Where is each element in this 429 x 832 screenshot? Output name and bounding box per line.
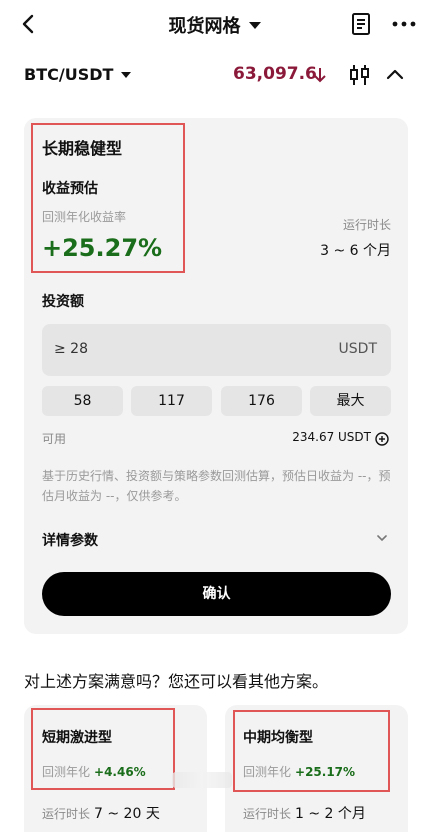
last-price: 63,097.6	[233, 64, 317, 84]
details-toggle[interactable]: 详情参数	[42, 526, 391, 554]
duration-value: 3 ~ 6 个月	[320, 243, 391, 259]
amount-placeholder: ≥ 28	[54, 341, 88, 357]
available-label: 可用	[42, 432, 67, 446]
alternative-rate: 回测年化 +25.17%	[243, 765, 356, 779]
plus-circle-icon	[375, 432, 389, 446]
document-button[interactable]	[350, 12, 376, 38]
page-title: 现货网格	[168, 16, 241, 37]
quick-amount-button[interactable]: 117	[131, 386, 212, 416]
chevron-down-icon	[377, 535, 387, 542]
strategy-name: 长期稳健型	[42, 139, 123, 158]
alternatives-prompt: 对上述方案满意吗？您还可以看其他方案。	[24, 672, 329, 691]
document-icon	[352, 13, 370, 35]
duration-label: 运行时长	[342, 218, 391, 232]
disclaimer-text: 基于历史行情、投资额与策略参数回测估算，预估日收益为 --，预估月收益为 --，…	[42, 469, 391, 503]
more-button[interactable]	[390, 12, 420, 38]
top-bar: 现货网格	[0, 0, 429, 50]
arrow-down-icon	[314, 68, 326, 83]
amount-unit: USDT	[338, 341, 377, 357]
alternative-duration: 运行时长 7 ~ 20 天	[42, 806, 160, 822]
quick-amount-button[interactable]: 176	[221, 386, 302, 416]
watermark-smudge	[172, 772, 232, 788]
available-value: 234.67 USDT	[292, 430, 371, 444]
add-funds-button[interactable]	[375, 431, 389, 446]
confirm-button[interactable]: 确认	[42, 572, 391, 616]
collapse-button[interactable]	[386, 66, 406, 84]
pair-bar: BTC/USDT 63,097.6	[0, 58, 429, 94]
alternative-name: 中期均衡型	[243, 730, 313, 746]
amount-input[interactable]: ≥ 28 USDT	[42, 324, 391, 376]
invest-label: 投资额	[42, 294, 84, 310]
alternative-rate: 回测年化 +4.46%	[42, 765, 146, 779]
more-icon	[392, 21, 416, 27]
max-amount-button[interactable]: 最大	[310, 386, 391, 416]
candlestick-icon	[350, 65, 369, 85]
caret-down-icon	[248, 22, 261, 29]
quick-amount-button[interactable]: 58	[42, 386, 123, 416]
pair-selector[interactable]: BTC/USDT	[24, 65, 132, 84]
candlestick-chart-button[interactable]	[348, 64, 372, 86]
pair-symbol: BTC/USDT	[24, 65, 114, 84]
caret-down-icon	[121, 72, 132, 78]
details-label: 详情参数	[42, 533, 98, 549]
alternative-duration: 运行时长 1 ~ 2 个月	[243, 806, 366, 822]
yield-value: +25.27%	[42, 234, 163, 262]
alternative-name: 短期激进型	[42, 730, 112, 746]
yield-subtitle: 回测年化收益率	[42, 210, 127, 224]
chevron-up-icon	[386, 69, 404, 80]
yield-title: 收益预估	[42, 181, 98, 197]
